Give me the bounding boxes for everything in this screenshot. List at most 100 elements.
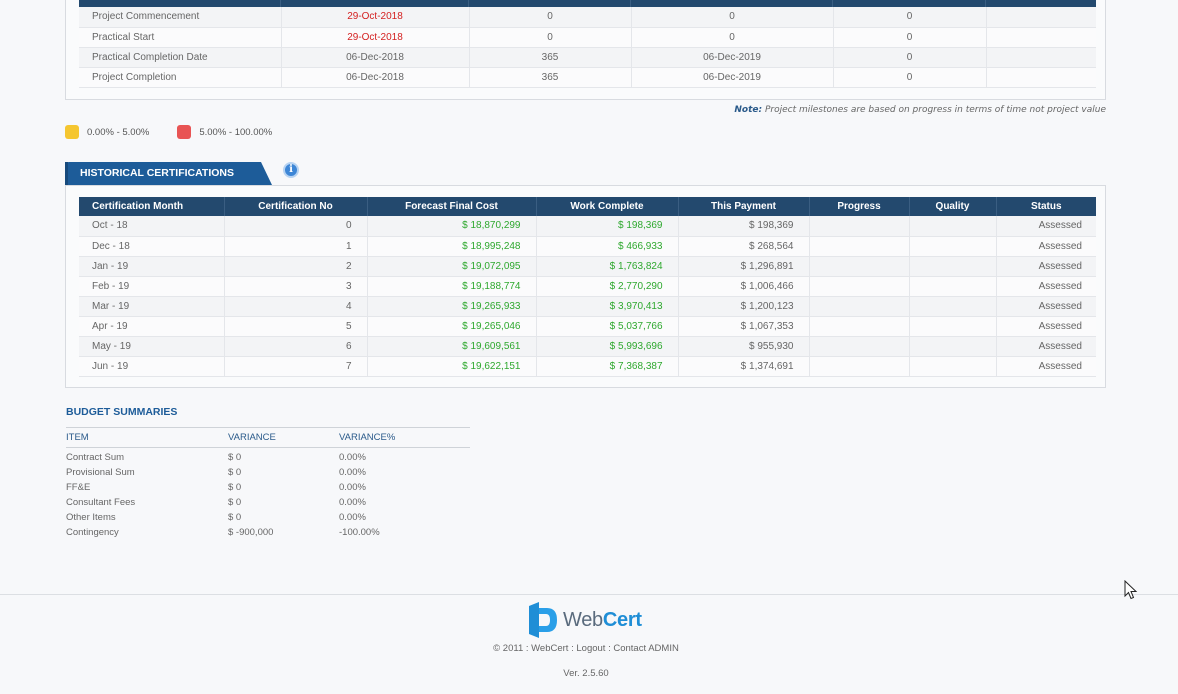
work-complete-cell: $ 7,368,387 bbox=[536, 356, 679, 377]
col-progress[interactable]: Progress bbox=[809, 197, 910, 216]
budget-variance-cell: $ -900,000 bbox=[228, 526, 274, 538]
forecast-cost-cell: $ 19,622,151 bbox=[367, 356, 537, 377]
milestone-extra bbox=[986, 27, 1096, 48]
milestone-extra bbox=[986, 7, 1096, 28]
cert-month-cell: May - 19 bbox=[79, 336, 225, 357]
budget-variance-cell: $ 0 bbox=[228, 511, 242, 523]
budget-item-cell: Provisional Sum bbox=[66, 466, 135, 478]
webcert-logo-icon bbox=[529, 602, 557, 638]
certification-row[interactable]: Dec - 18 1 $ 18,995,248 $ 466,933 $ 268,564 A… bbox=[79, 236, 1096, 257]
contact-admin-link[interactable]: Contact ADMIN bbox=[613, 643, 678, 654]
progress-cell bbox=[809, 216, 910, 237]
certification-row[interactable]: Jan - 19 2 $ 19,072,095 $ 1,763,824 $ 1,296,… bbox=[79, 256, 1096, 277]
milestone-end: 06-Dec-2019 bbox=[631, 47, 834, 68]
budget-row: FF&E $ 0 0.00% bbox=[66, 480, 470, 495]
budget-row: Provisional Sum $ 0 0.00% bbox=[66, 465, 470, 480]
col-quality[interactable]: Quality bbox=[909, 197, 997, 216]
webcert-logo[interactable]: WebCert bbox=[527, 602, 642, 638]
milestones-table: Project Commencement 29-Oct-2018 0 0 0 Practi… bbox=[79, 7, 1096, 88]
col-forecast[interactable]: Forecast Final Cost bbox=[367, 197, 537, 216]
cert-month-cell: Mar - 19 bbox=[79, 296, 225, 317]
legend-swatch-low bbox=[65, 125, 79, 139]
budget-variance-pct-cell: 0.00% bbox=[339, 496, 366, 508]
milestone-extra bbox=[986, 47, 1096, 68]
budget-variance-cell: $ 0 bbox=[228, 451, 242, 463]
certification-row[interactable]: Jun - 19 7 $ 19,622,151 $ 7,368,387 $ 1,374,… bbox=[79, 356, 1096, 377]
col-cert-month[interactable]: Certification Month bbox=[79, 197, 225, 216]
budget-variance-cell: $ 0 bbox=[228, 496, 242, 508]
work-complete-cell: $ 466,933 bbox=[536, 236, 679, 257]
milestone-date: 29-Oct-2018 bbox=[281, 7, 470, 28]
milestone-row: Practical Start 29-Oct-2018 0 0 0 bbox=[79, 27, 1096, 48]
this-payment-cell: $ 955,930 bbox=[678, 336, 810, 357]
forecast-cost-cell: $ 19,609,561 bbox=[367, 336, 537, 357]
col-work-complete[interactable]: Work Complete bbox=[536, 197, 679, 216]
budget-variance-pct-cell: 0.00% bbox=[339, 466, 366, 478]
cert-no-cell: 0 bbox=[224, 216, 368, 237]
budget-col-item: ITEM bbox=[66, 427, 228, 448]
budget-row: Consultant Fees $ 0 0.00% bbox=[66, 495, 470, 510]
work-complete-cell: $ 5,037,766 bbox=[536, 316, 679, 337]
budget-variance-cell: $ 0 bbox=[228, 466, 242, 478]
work-complete-cell: $ 3,970,413 bbox=[536, 296, 679, 317]
status-cell: Assessed bbox=[996, 236, 1096, 257]
logout-link[interactable]: Logout bbox=[576, 643, 605, 654]
milestones-header-bar bbox=[79, 0, 1096, 7]
work-complete-cell: $ 5,993,696 bbox=[536, 336, 679, 357]
col-status[interactable]: Status bbox=[996, 197, 1096, 216]
milestone-days: 0 bbox=[469, 27, 632, 48]
quality-cell bbox=[909, 276, 997, 297]
milestone-value: 0 bbox=[833, 67, 987, 88]
certification-row[interactable]: May - 19 6 $ 19,609,561 $ 5,993,696 $ 955,93… bbox=[79, 336, 1096, 357]
cert-month-cell: Jan - 19 bbox=[79, 256, 225, 277]
milestone-name: Practical Completion Date bbox=[79, 47, 282, 68]
certification-row[interactable]: Feb - 19 3 $ 19,188,774 $ 2,770,290 $ 1,006,… bbox=[79, 276, 1096, 297]
budget-row: Other Items $ 0 0.00% bbox=[66, 510, 470, 525]
cert-no-cell: 5 bbox=[224, 316, 368, 337]
milestone-days: 365 bbox=[469, 67, 632, 88]
milestone-days: 365 bbox=[469, 47, 632, 68]
milestone-row: Project Completion 06-Dec-2018 365 06-Dec-2… bbox=[79, 67, 1096, 88]
budget-summaries-title: BUDGET SUMMARIES bbox=[66, 406, 178, 418]
forecast-cost-cell: $ 19,188,774 bbox=[367, 276, 537, 297]
milestone-date: 06-Dec-2018 bbox=[281, 67, 470, 88]
col-this-payment[interactable]: This Payment bbox=[678, 197, 810, 216]
work-complete-cell: $ 198,369 bbox=[536, 216, 679, 237]
budget-variance-pct-cell: -100.00% bbox=[339, 526, 380, 538]
quality-cell bbox=[909, 356, 997, 377]
certification-row[interactable]: Mar - 19 4 $ 19,265,933 $ 3,970,413 $ 1,200,… bbox=[79, 296, 1096, 317]
status-cell: Assessed bbox=[996, 276, 1096, 297]
milestones-note: Note: Project milestones are based on pr… bbox=[734, 105, 1106, 115]
tab-historical-certifications[interactable]: HISTORICAL CERTIFICATIONS bbox=[65, 162, 272, 185]
progress-cell bbox=[809, 296, 910, 317]
status-cell: Assessed bbox=[996, 356, 1096, 377]
milestone-end: 0 bbox=[631, 27, 834, 48]
progress-cell bbox=[809, 316, 910, 337]
milestone-value: 0 bbox=[833, 7, 987, 28]
budget-item-cell: Contingency bbox=[66, 526, 119, 538]
historical-table: Certification Month Certification No For… bbox=[79, 197, 1096, 377]
col-cert-no[interactable]: Certification No bbox=[224, 197, 368, 216]
legend-swatch-high bbox=[177, 125, 192, 139]
quality-cell bbox=[909, 336, 997, 357]
budget-row: Contingency $ -900,000 -100.00% bbox=[66, 525, 470, 540]
quality-cell bbox=[909, 216, 997, 237]
budget-col-variance: VARIANCE bbox=[228, 427, 339, 448]
forecast-cost-cell: $ 18,995,248 bbox=[367, 236, 537, 257]
cert-no-cell: 7 bbox=[224, 356, 368, 377]
cert-month-cell: Jun - 19 bbox=[79, 356, 225, 377]
info-icon[interactable]: i bbox=[283, 162, 299, 178]
forecast-cost-cell: $ 19,265,933 bbox=[367, 296, 537, 317]
certification-row[interactable]: Apr - 19 5 $ 19,265,046 $ 5,037,766 $ 1,067,… bbox=[79, 316, 1096, 337]
progress-legend: 0.00% - 5.00% 5.00% - 100.00% bbox=[65, 125, 300, 139]
budget-table: ITEM VARIANCE VARIANCE% Contract Sum $ 0 0… bbox=[66, 427, 470, 540]
status-cell: Assessed bbox=[996, 296, 1096, 317]
cert-month-cell: Dec - 18 bbox=[79, 236, 225, 257]
cert-no-cell: 3 bbox=[224, 276, 368, 297]
forecast-cost-cell: $ 19,072,095 bbox=[367, 256, 537, 277]
certification-row[interactable]: Oct - 18 0 $ 18,870,299 $ 198,369 $ 198,369 A… bbox=[79, 216, 1096, 237]
this-payment-cell: $ 1,006,466 bbox=[678, 276, 810, 297]
work-complete-cell: $ 1,763,824 bbox=[536, 256, 679, 277]
mouse-cursor-icon bbox=[1124, 580, 1138, 600]
progress-cell bbox=[809, 236, 910, 257]
